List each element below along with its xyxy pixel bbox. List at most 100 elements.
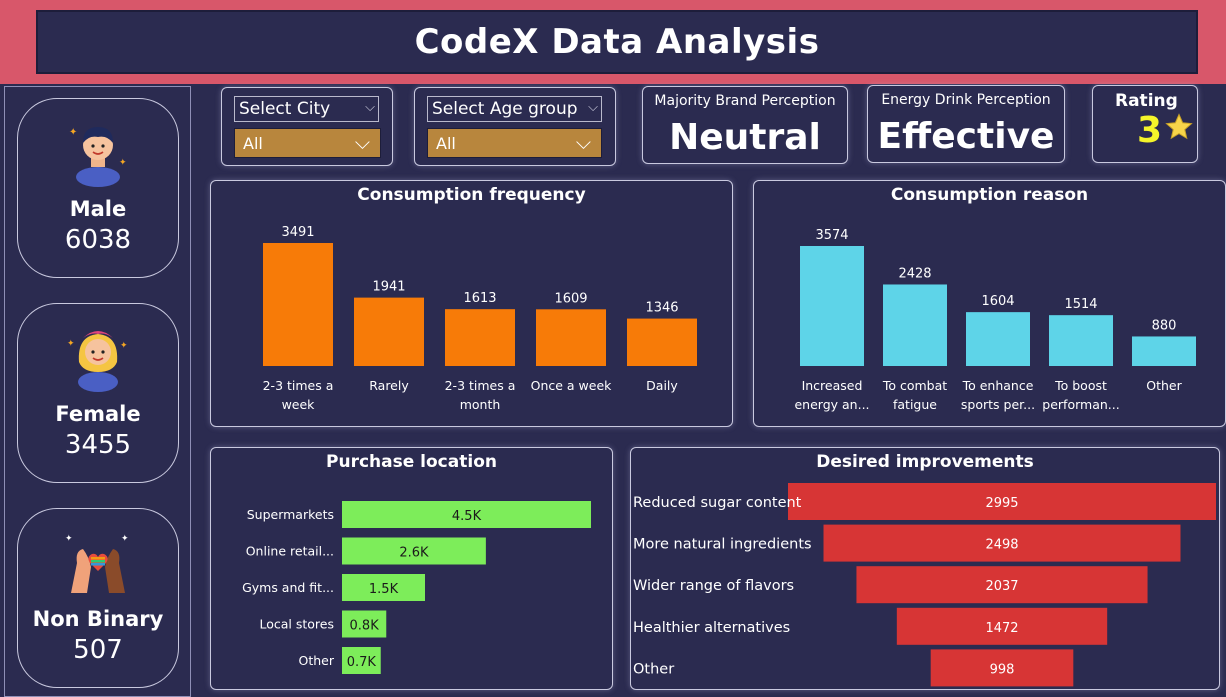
kpi-value: Neutral bbox=[669, 117, 821, 158]
age-filter[interactable]: Select Age group ⌵ All ⌵ bbox=[414, 87, 616, 166]
data-label: 1.5K bbox=[369, 582, 399, 597]
city-filter-label: Select City bbox=[239, 99, 331, 119]
category-label: sports per... bbox=[961, 397, 1035, 412]
category-label: To enhance bbox=[962, 378, 1034, 393]
bar bbox=[1132, 336, 1196, 366]
data-label: 3574 bbox=[815, 228, 848, 243]
header-box: CodeX Data Analysis bbox=[36, 10, 1198, 74]
desired-improvements-panel: Desired improvements 2995 Reduced sugar c… bbox=[630, 447, 1220, 690]
data-label: 1609 bbox=[554, 291, 587, 306]
svg-text:✦: ✦ bbox=[120, 341, 128, 351]
bar bbox=[883, 284, 947, 366]
consumption-reason-chart: 3574 Increased energy an... 2428 To combat fa… bbox=[794, 228, 1196, 412]
rating-label: Rating bbox=[1115, 91, 1178, 111]
category-label: Other bbox=[299, 653, 335, 668]
svg-text:✦: ✦ bbox=[65, 534, 73, 544]
rating-card: Rating 3 bbox=[1092, 85, 1198, 163]
bar bbox=[627, 318, 697, 366]
chevron-down-icon: ⌵ bbox=[365, 100, 375, 115]
gender-count: 3455 bbox=[64, 430, 132, 460]
consumption-reason-panel: Consumption reason 3574 Increased energy a… bbox=[753, 180, 1226, 427]
consumption-frequency-chart: 3491 2-3 times a week 1941 Rarely 1613 2-3 tim… bbox=[263, 225, 697, 412]
category-label: Local stores bbox=[260, 617, 335, 632]
category-label: Online retail... bbox=[246, 544, 334, 559]
category-label: Supermarkets bbox=[247, 507, 334, 522]
data-label: 2995 bbox=[985, 496, 1018, 511]
category-label: energy an... bbox=[794, 397, 869, 412]
bar bbox=[966, 312, 1030, 366]
chevron-down-icon: ⌵ bbox=[354, 130, 370, 154]
category-label: Reduced sugar content bbox=[633, 495, 802, 511]
page-title: CodeX Data Analysis bbox=[414, 22, 820, 62]
category-label: Daily bbox=[646, 378, 678, 393]
hands-heart-icon: ✦ ✦ bbox=[65, 534, 129, 593]
bar bbox=[354, 297, 424, 366]
age-selected-value: All bbox=[436, 134, 456, 153]
data-label: 1514 bbox=[1064, 297, 1097, 312]
svg-text:✦: ✦ bbox=[121, 534, 129, 544]
category-label: Rarely bbox=[369, 378, 409, 393]
category-label: Healthier alternatives bbox=[633, 620, 790, 636]
data-label: 1941 bbox=[372, 280, 405, 295]
data-label: 880 bbox=[1152, 318, 1177, 333]
category-label: Once a week bbox=[531, 378, 613, 393]
chevron-down-icon: ⌵ bbox=[575, 130, 591, 154]
category-label: More natural ingredients bbox=[633, 537, 812, 553]
kpi-label: Majority Brand Perception bbox=[654, 93, 836, 109]
city-dropdown[interactable]: All ⌵ bbox=[234, 128, 381, 158]
category-label: fatigue bbox=[893, 397, 937, 412]
header-band: CodeX Data Analysis bbox=[0, 0, 1226, 84]
gender-card-female[interactable]: ✦ ✦ Female 3455 bbox=[17, 303, 179, 483]
data-label: 4.5K bbox=[452, 509, 482, 524]
city-filter-header[interactable]: Select City ⌵ bbox=[234, 96, 379, 122]
kpi-value: Effective bbox=[877, 116, 1055, 157]
gender-label: Non Binary bbox=[32, 607, 164, 631]
category-label: 2-3 times a bbox=[263, 378, 334, 393]
gender-count: 507 bbox=[73, 635, 123, 665]
data-label: 0.7K bbox=[347, 655, 377, 670]
data-label: 1613 bbox=[463, 291, 496, 306]
data-label: 998 bbox=[990, 662, 1015, 677]
gender-card-male[interactable]: ✦ ✦ Male 6038 bbox=[17, 98, 179, 278]
age-filter-header[interactable]: Select Age group ⌵ bbox=[427, 96, 602, 122]
bar bbox=[1049, 315, 1113, 366]
bar bbox=[445, 309, 515, 366]
data-label: 1472 bbox=[985, 621, 1018, 636]
star-icon bbox=[1165, 113, 1193, 140]
city-filter[interactable]: Select City ⌵ All ⌵ bbox=[221, 87, 393, 166]
chevron-down-icon: ⌵ bbox=[588, 100, 598, 115]
gender-label: Male bbox=[69, 197, 127, 221]
category-label: Increased bbox=[802, 378, 863, 393]
city-selected-value: All bbox=[243, 134, 263, 153]
bar bbox=[800, 246, 864, 366]
data-label: 3491 bbox=[281, 225, 314, 240]
data-label: 2.6K bbox=[399, 546, 429, 561]
data-label: 2498 bbox=[985, 538, 1018, 553]
data-label: 1604 bbox=[981, 294, 1014, 309]
gender-card-non-binary[interactable]: ✦ ✦ Non Binary 507 bbox=[17, 508, 179, 688]
age-dropdown[interactable]: All ⌵ bbox=[427, 128, 602, 158]
gender-count: 6038 bbox=[64, 225, 132, 255]
category-label: To combat bbox=[882, 378, 947, 393]
svg-text:✦: ✦ bbox=[67, 339, 75, 349]
category-label: performan... bbox=[1042, 397, 1119, 412]
category-label: Other bbox=[633, 661, 674, 677]
energy-perception-card: Energy Drink Perception Effective bbox=[867, 85, 1065, 163]
consumption-frequency-panel: Consumption frequency 3491 2-3 times a wee… bbox=[210, 180, 733, 427]
bar bbox=[263, 243, 333, 366]
data-label: 2428 bbox=[898, 266, 931, 281]
category-label: Gyms and fit... bbox=[242, 580, 334, 595]
data-label: 0.8K bbox=[350, 619, 380, 634]
category-label: week bbox=[282, 397, 316, 412]
desired-improvements-chart: 2995 Reduced sugar content 2498 More natura… bbox=[633, 483, 1216, 687]
age-filter-label: Select Age group bbox=[432, 99, 578, 119]
male-avatar-icon: ✦ ✦ bbox=[69, 127, 127, 187]
data-label: 2037 bbox=[985, 579, 1018, 594]
category-label: To boost bbox=[1054, 378, 1107, 393]
category-label: 2-3 times a bbox=[445, 378, 516, 393]
data-label: 1346 bbox=[645, 301, 678, 316]
female-avatar-icon: ✦ ✦ bbox=[67, 331, 128, 392]
purchase-location-panel: Purchase location 4.5K Supermarkets 2.6K On… bbox=[210, 447, 613, 690]
svg-text:✦: ✦ bbox=[119, 158, 127, 168]
category-label: Wider range of flavors bbox=[633, 578, 794, 594]
